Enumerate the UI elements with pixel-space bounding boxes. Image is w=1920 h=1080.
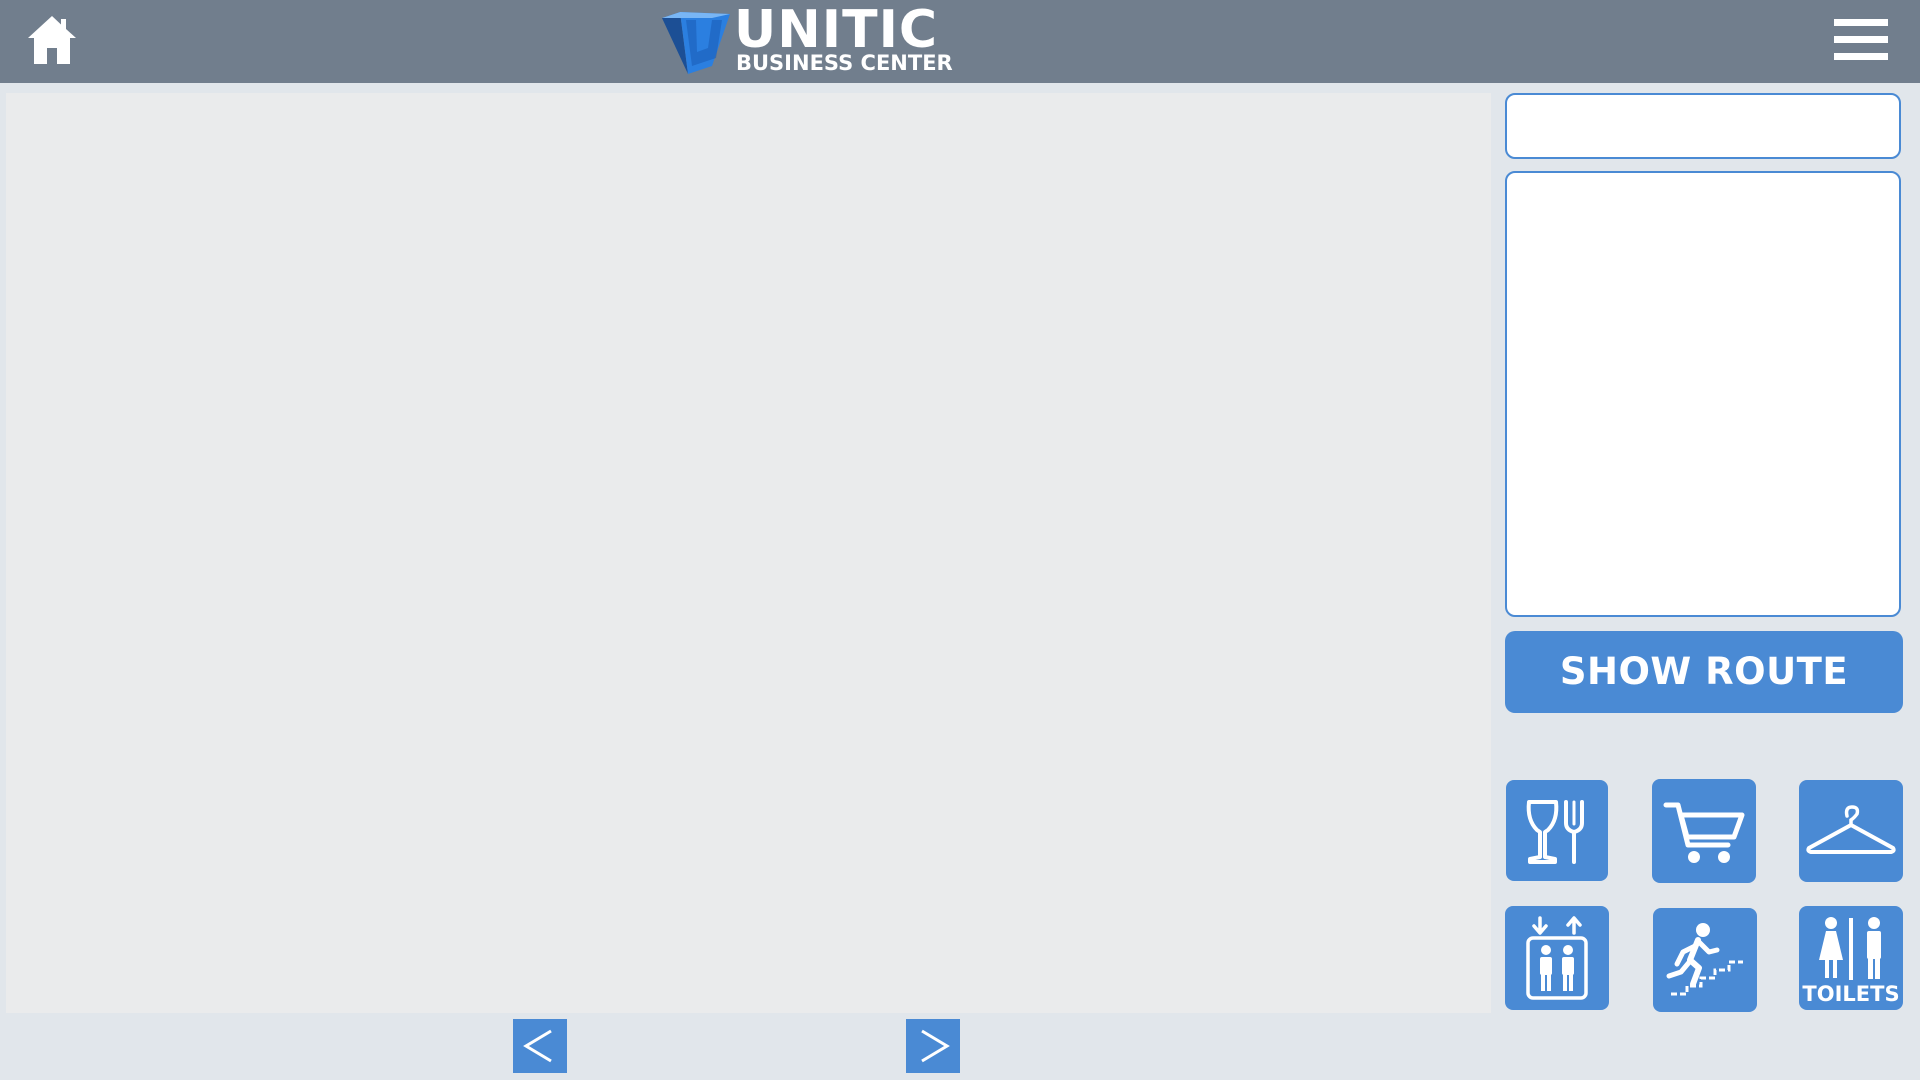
brand-name: UNITIC — [734, 0, 939, 60]
restaurant-icon — [1526, 800, 1584, 864]
category-stairs-button[interactable] — [1653, 908, 1757, 1012]
elevator-icon — [1526, 916, 1588, 1000]
search-input[interactable] — [1505, 93, 1901, 159]
chevron-left-icon — [523, 1029, 552, 1063]
category-shopping-button[interactable] — [1652, 779, 1756, 883]
results-list[interactable] — [1505, 171, 1901, 617]
menu-button[interactable] — [1832, 17, 1890, 63]
next-floor-button[interactable] — [906, 1019, 960, 1073]
shopping-cart-icon — [1663, 802, 1745, 863]
category-toilets-button[interactable]: TOILETS — [1799, 906, 1903, 1010]
hamburger-menu-icon — [1834, 19, 1888, 60]
brand-tagline: BUSINESS CENTER — [736, 51, 953, 75]
toilets-label: TOILETS — [1802, 982, 1900, 1006]
show-route-button[interactable]: SHOW ROUTE — [1505, 631, 1903, 713]
chevron-right-icon — [921, 1029, 950, 1063]
category-clothing-button[interactable] — [1799, 780, 1903, 882]
hanger-icon — [1806, 805, 1896, 854]
logo-mark-icon — [662, 12, 730, 74]
category-restaurants-button[interactable] — [1506, 780, 1608, 881]
previous-floor-button[interactable] — [513, 1019, 567, 1073]
home-icon — [28, 16, 76, 64]
stairs-icon — [1666, 923, 1743, 996]
floor-map[interactable] — [6, 93, 1491, 1013]
category-elevator-button[interactable] — [1505, 906, 1609, 1010]
home-button[interactable] — [25, 13, 79, 67]
top-bar: UNITIC BUSINESS CENTER — [0, 0, 1920, 83]
